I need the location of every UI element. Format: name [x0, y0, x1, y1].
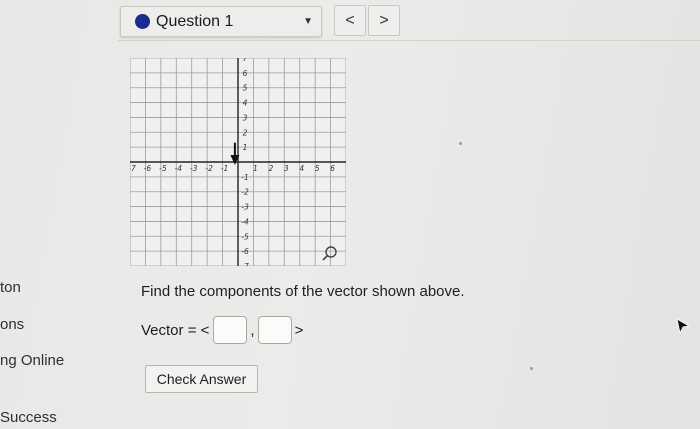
- y-tick-label: -5: [241, 232, 249, 241]
- question-prompt: Find the components of the vector shown …: [141, 283, 465, 300]
- x-tick-label: 3: [284, 164, 289, 173]
- screen-speck: [459, 142, 462, 145]
- sidebar-item-1[interactable]: ton: [0, 279, 21, 296]
- chevron-right-icon: >: [379, 11, 389, 29]
- header-divider: [118, 40, 700, 41]
- next-question-button[interactable]: >: [368, 5, 400, 36]
- y-tick-label: -6: [241, 247, 249, 256]
- y-tick-label: 7: [243, 58, 248, 63]
- chevron-left-icon: <: [345, 11, 355, 29]
- status-dot-icon: [135, 14, 150, 29]
- y-tick-label: -2: [241, 188, 249, 197]
- comma: ,: [250, 321, 255, 339]
- x-tick-label: -7: [130, 164, 136, 173]
- caret-down-icon: ▼: [303, 16, 313, 27]
- check-answer-button[interactable]: Check Answer: [145, 365, 258, 393]
- y-tick-label: -7: [241, 262, 249, 266]
- y-tick-label: -1: [241, 173, 248, 182]
- vector-close: >: [294, 321, 304, 339]
- y-tick-label: -4: [241, 217, 249, 226]
- y-tick-label: 6: [243, 69, 248, 78]
- vector-graph: -7 -6 -5 -4 -3 -2 -1 1 2 3 4 5 6 7 -7 -6 -5 -4 -3 -2 -1 1 2 3 4…: [130, 58, 346, 266]
- x-tick-label: 2: [268, 164, 273, 173]
- question-selector[interactable]: Question 1 ▼: [120, 6, 322, 37]
- x-tick-label: -4: [175, 164, 183, 173]
- question-selector-label: Question 1: [156, 12, 234, 30]
- sidebar-item-4[interactable]: Success: [0, 409, 57, 426]
- vector-answer-row: Vector = < , >: [141, 316, 303, 344]
- vector-label: Vector = <: [141, 321, 210, 339]
- x-tick-label: -1: [221, 164, 228, 173]
- component-y-input[interactable]: [257, 316, 292, 344]
- y-tick-label: 2: [243, 128, 248, 137]
- x-tick-label: 4: [299, 164, 304, 173]
- x-tick-label: 1: [253, 164, 258, 173]
- mouse-cursor-icon: [676, 318, 690, 334]
- y-tick-label: 1: [243, 143, 248, 152]
- x-tick-label: -3: [190, 164, 198, 173]
- prev-question-button[interactable]: <: [334, 5, 366, 36]
- sidebar-item-2[interactable]: ons: [0, 316, 24, 333]
- y-tick-label: 3: [243, 113, 248, 122]
- sidebar-item-3[interactable]: ng Online: [0, 352, 64, 369]
- y-tick-label: 4: [243, 99, 248, 108]
- x-tick-label: 5: [315, 164, 320, 173]
- screen-speck: [530, 367, 533, 370]
- x-tick-label: -6: [144, 164, 152, 173]
- component-x-input[interactable]: [213, 316, 248, 344]
- x-tick-label: -2: [205, 164, 213, 173]
- y-tick-label: 5: [243, 84, 248, 93]
- x-tick-label: 6: [330, 164, 335, 173]
- x-tick-label: -5: [159, 164, 167, 173]
- y-tick-label: -3: [241, 203, 249, 212]
